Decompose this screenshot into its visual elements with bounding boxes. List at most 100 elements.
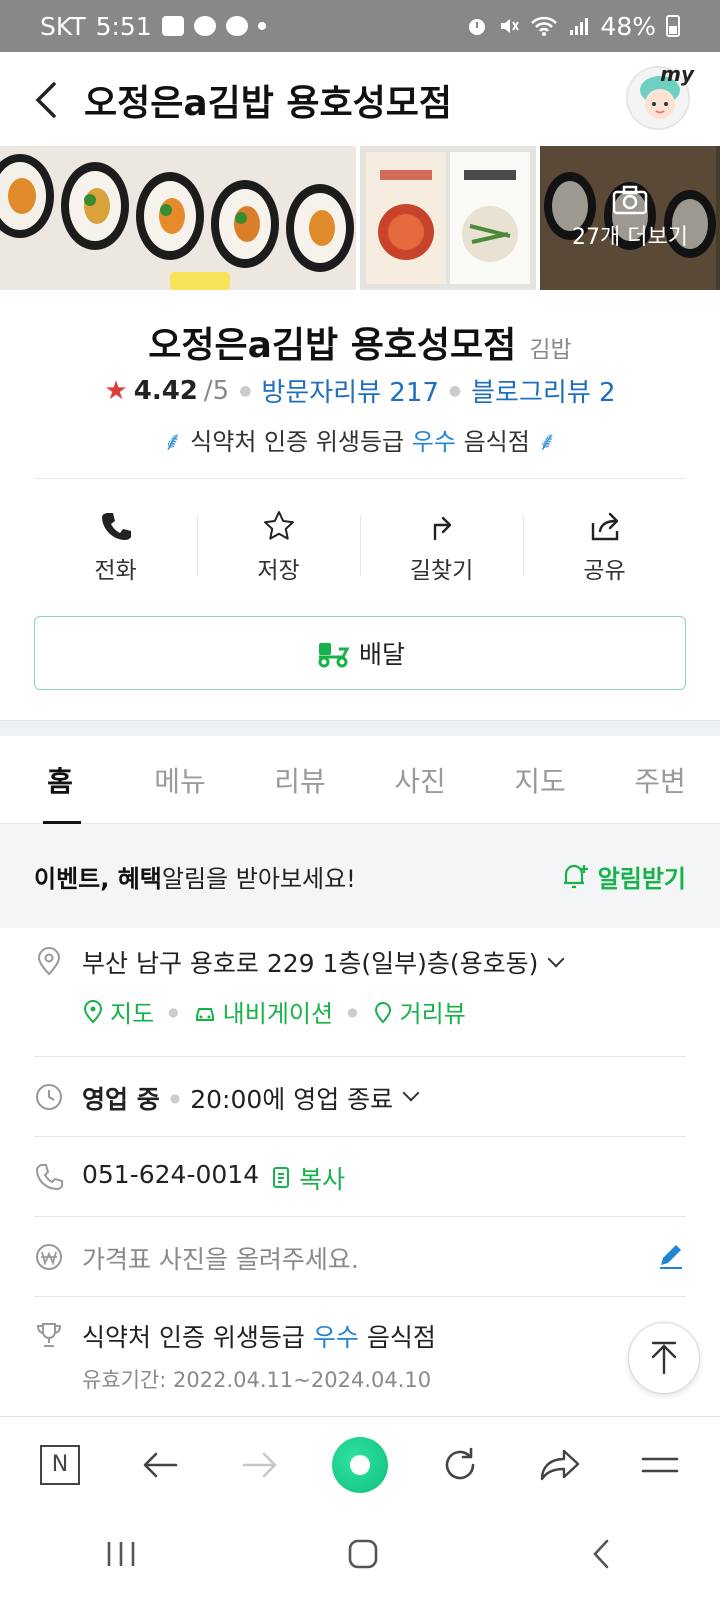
delivery-button[interactable]: 배달 [34,616,686,690]
phone-number[interactable]: 051-624-0014 [82,1160,259,1189]
section-separator [0,720,720,736]
directions-button[interactable]: 길찾기 [360,502,523,592]
dot-icon [257,22,266,30]
tab-home[interactable]: 홈 [0,736,120,824]
subscribe-alert-label: 알림받기 [597,864,686,893]
home-button[interactable] [345,1536,381,1576]
kimbap-photo-icon [0,146,356,290]
price-placeholder: 가격표 사진을 올려주세요. [82,1245,359,1274]
cert-grade: 우수 [312,1323,359,1352]
blog-reviews-link[interactable]: 블로그리뷰 2 [471,372,615,409]
header-title: 오정은a김밥 용호성모점 [84,83,453,124]
separator-dot: ● [347,1004,358,1019]
separator-dot: ● [169,1091,181,1105]
address-text: 부산 남구 용호로 229 1층(일부)층(용호동) [82,949,539,978]
scroll-to-top-button[interactable] [628,1322,700,1394]
system-back-icon [593,1539,609,1569]
battery-percent: 48% [600,11,656,41]
more-photos-overlay[interactable]: 27개 더보기 [540,146,720,290]
tab-nearby[interactable]: 주변 [600,736,720,823]
arrow-right-icon [242,1452,277,1477]
rating-score: 4.42 [133,375,198,406]
navigation-link[interactable]: 내비게이션 [193,994,333,1029]
navigation-link-label: 내비게이션 [222,1000,334,1028]
separator-dot: ● [448,382,462,399]
chat-icon [225,16,248,36]
laurel-right-icon: ⸙ [537,427,557,457]
share-arrow-icon [540,1449,580,1480]
tab-photos[interactable]: 사진 [360,736,480,823]
photo-more[interactable]: 27개 더보기 [540,146,720,290]
edit-pencil-icon[interactable] [656,1240,686,1270]
cert-period: 유효기간: 2022.04.11~2024.04.10 [82,1368,432,1392]
map-link[interactable]: 지도 [82,994,154,1029]
photo-kimbap[interactable] [0,146,356,290]
save-button[interactable]: 저장 [197,502,360,592]
menu-photo-icon [360,146,536,290]
refresh-icon [445,1447,475,1479]
browser-share-button[interactable] [530,1435,590,1495]
refresh-button[interactable] [430,1435,490,1495]
rating-group: ★ 4.42 /5 [104,376,229,406]
browser-forward-button[interactable] [230,1435,290,1495]
visitor-reviews-link[interactable]: 방문자리뷰 217 [261,372,439,409]
photo-menu[interactable] [360,146,536,290]
back-arrow-icon [35,82,56,118]
system-back-button[interactable] [587,1536,617,1576]
my-label: my [660,62,694,86]
car-navigation-icon [195,1007,214,1021]
status-bar: SKT 5:51 48% [0,0,720,52]
hours-status: 영업 중 [82,1085,160,1114]
hygiene-badge-row: ⸙ 식약처 인증 위생등급 우수 음식점 ⸙ [0,422,720,458]
tab-menu[interactable]: 메뉴 [120,736,240,823]
arrow-left-icon [143,1452,178,1477]
browser-back-button[interactable] [130,1435,190,1495]
rating-row: ★ 4.42 /5 ● 방문자리뷰 217 ● 블로그리뷰 2 [0,372,720,409]
subscribe-alert-button[interactable]: 알림받기 [560,859,686,894]
wifi-icon [531,16,558,36]
mute-icon [501,19,520,33]
chevron-down-icon [547,950,565,968]
delivery-scooter-icon [318,643,350,668]
star-outline-icon [263,511,294,540]
clock-icon [36,1084,62,1110]
browser-menu-button[interactable] [630,1435,690,1495]
delivery-label: 배달 [358,640,405,669]
map-link-label: 지도 [110,1000,155,1028]
recent-apps-button[interactable] [103,1539,139,1573]
call-button[interactable]: 전화 [34,502,197,592]
phone-icon [101,513,131,540]
browser-toolbar: N [0,1416,720,1512]
back-button[interactable] [30,78,70,122]
battery-icon [666,15,680,37]
price-row[interactable]: 가격표 사진을 올려주세요. [34,1240,686,1276]
bell-plus-icon [563,864,588,889]
hours-row[interactable]: 영업 중 ● 20:00에 영업 종료 [34,1080,686,1116]
naver-home-button[interactable]: N [30,1435,90,1495]
tab-reviews[interactable]: 리뷰 [240,736,360,823]
address-line[interactable]: 부산 남구 용호로 229 1층(일부)층(용호동) [82,944,565,980]
green-dot-button[interactable] [330,1435,390,1495]
status-left: SKT 5:51 [40,12,266,41]
divider [34,1216,686,1217]
copy-icon [273,1167,290,1188]
address-block: 부산 남구 용호로 229 1층(일부)층(용호동) 지도 ● 내비게이션 ● … [82,944,565,1029]
certification-block: 식약처 인증 위생등급 우수 음식점 유효기간: 2022.04.11~2024… [82,1318,436,1394]
street-view-link[interactable]: 거리뷰 [372,994,466,1029]
share-icon [591,512,618,541]
street-view-icon [374,1001,391,1023]
more-photos-label: 27개 더보기 [572,225,688,250]
divider [34,1056,686,1057]
certification-row: 식약처 인증 위생등급 우수 음식점 유효기간: 2022.04.11~2024… [34,1318,686,1394]
place-header: 오정은a김밥 용호성모점 my [0,52,720,146]
action-row: 전화 저장 길찾기 공유 [34,502,686,592]
tab-map[interactable]: 지도 [480,736,600,823]
place-name: 오정은a김밥 용호성모점 [148,325,517,366]
rating-max: /5 [203,375,230,406]
arrow-up-icon [651,1341,677,1375]
alarm-icon [469,19,486,35]
place-category: 김밥 [529,337,572,363]
copy-phone-button[interactable]: 복사 [271,1160,345,1196]
share-button[interactable]: 공유 [523,502,686,592]
cert-suffix: 음식점 [366,1323,436,1352]
